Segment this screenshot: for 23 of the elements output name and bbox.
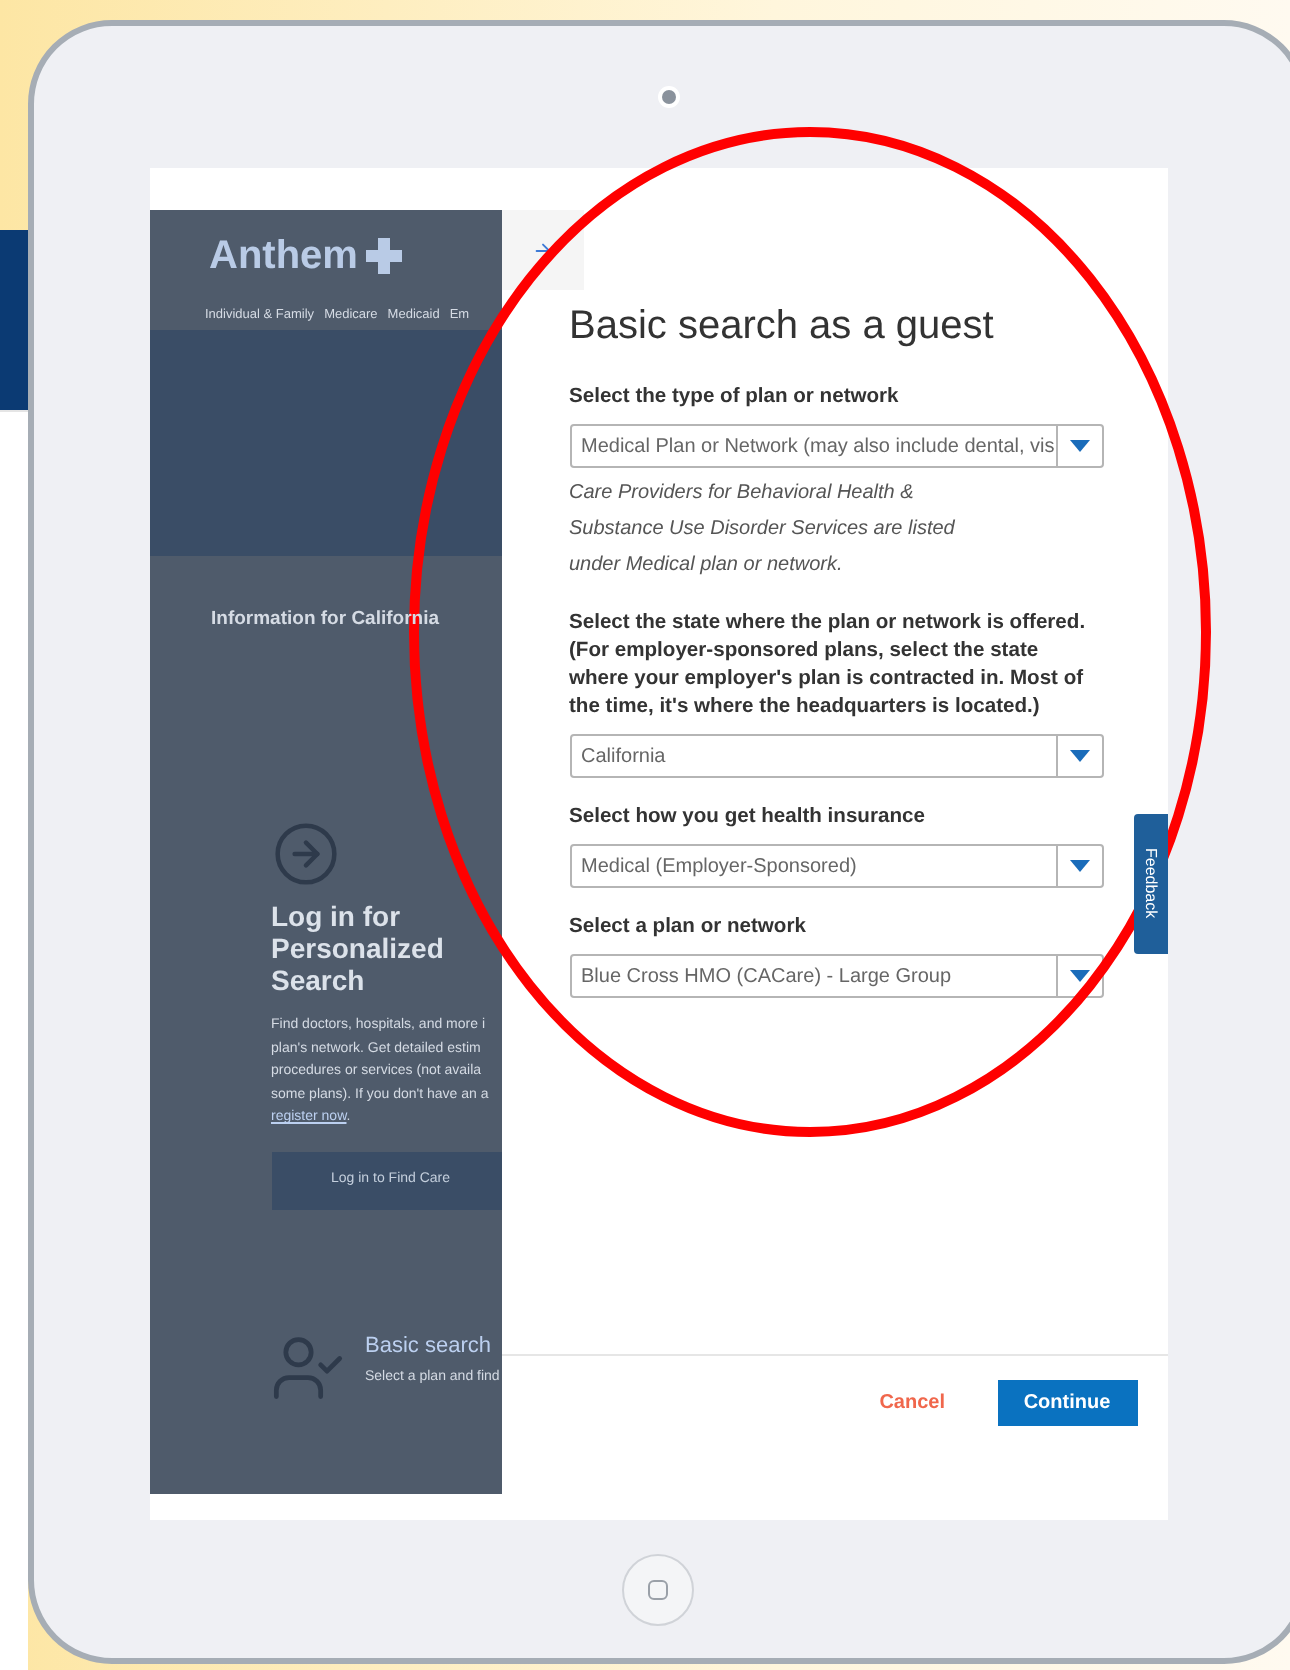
drawer-title: Basic search as a guest — [569, 302, 996, 352]
login-title: Log in for Personalized Search — [271, 900, 446, 997]
select-field[interactable]: Medical Plan or Network (may also include dental, vis — [569, 424, 1103, 468]
cancel-button[interactable]: Cancel — [879, 1380, 945, 1424]
cross-shield-icon — [365, 238, 402, 274]
caret-icon — [1069, 750, 1089, 762]
feedback-tab[interactable]: Feedback — [1133, 814, 1167, 954]
logo-text: Anthem — [209, 232, 358, 282]
field-label: Select a plan or network — [569, 914, 808, 942]
select-field[interactable]: Medical (Employer-Sponsored) — [569, 844, 1103, 888]
field-note: Care Providers for Behavioral Health & Substance Use Disorder Services are listed under Medical plan or network. — [569, 480, 957, 580]
field-label: Select the type of plan or network — [569, 384, 901, 412]
caret-icon — [1069, 440, 1089, 452]
field-label: Select how you get health insurance — [569, 804, 927, 832]
select-field[interactable]: California — [569, 734, 1103, 778]
camera-icon — [661, 90, 675, 104]
continue-button[interactable]: Continue — [997, 1380, 1137, 1426]
select-field[interactable]: Blue Cross HMO (CACare) - Large Group — [569, 954, 1103, 998]
login-icon — [271, 820, 339, 889]
caret-icon — [1069, 860, 1089, 872]
field-label: Select the state where the plan or network is offered. (For employer-sponsored plans, select the state where your employer's plan is contracted in. Most of the time, it's where the headquarters is located.) — [569, 610, 1088, 722]
basic-search-title: Basic search — [365, 1331, 493, 1362]
caret-icon — [1069, 970, 1089, 982]
